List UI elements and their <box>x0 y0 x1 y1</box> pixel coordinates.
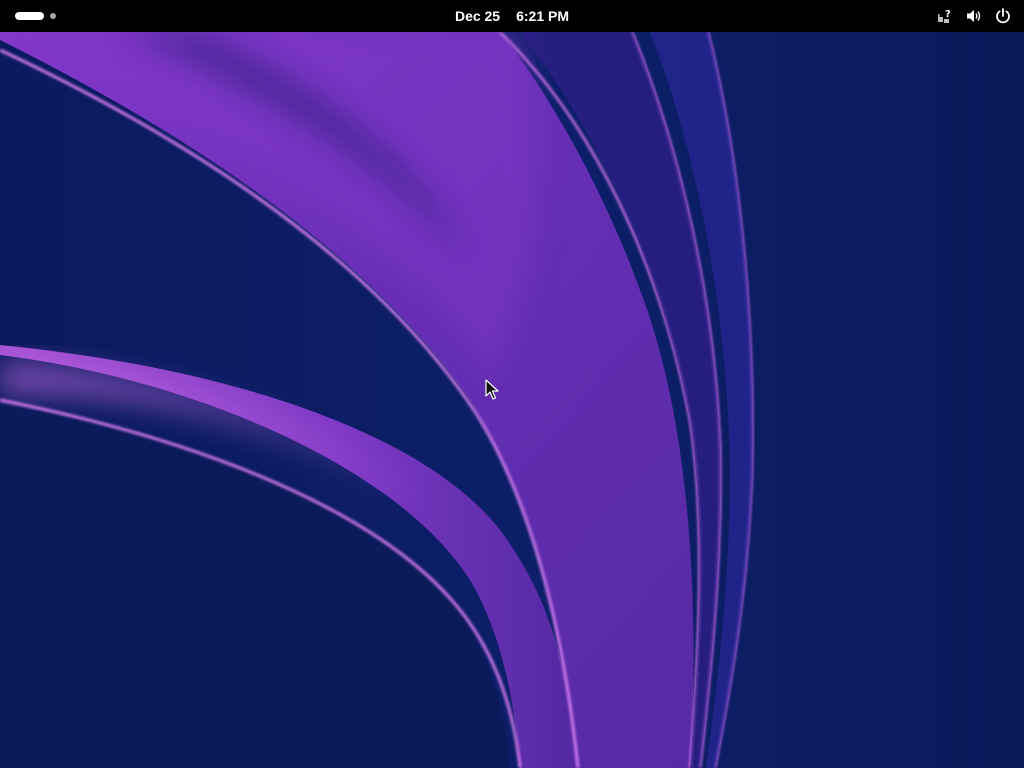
date-label: Dec 25 <box>454 8 501 24</box>
mouse-cursor-icon <box>485 379 499 400</box>
volume-icon[interactable] <box>965 7 983 25</box>
desktop: Dec 25 6:21 PM ? <box>0 0 1024 768</box>
system-tray[interactable]: ? <box>936 0 1012 32</box>
activities-button[interactable] <box>8 6 64 26</box>
time-label: 6:21 PM <box>516 8 570 24</box>
workspace-indicator[interactable] <box>50 13 56 19</box>
svg-text:?: ? <box>945 9 951 20</box>
network-unknown-icon[interactable]: ? <box>936 7 954 25</box>
wallpaper <box>0 0 1024 768</box>
workspace-indicator-active[interactable] <box>15 12 44 20</box>
date-time-button[interactable]: Dec 25 6:21 PM <box>436 0 588 32</box>
top-bar: Dec 25 6:21 PM ? <box>0 0 1024 32</box>
power-icon[interactable] <box>994 7 1012 25</box>
